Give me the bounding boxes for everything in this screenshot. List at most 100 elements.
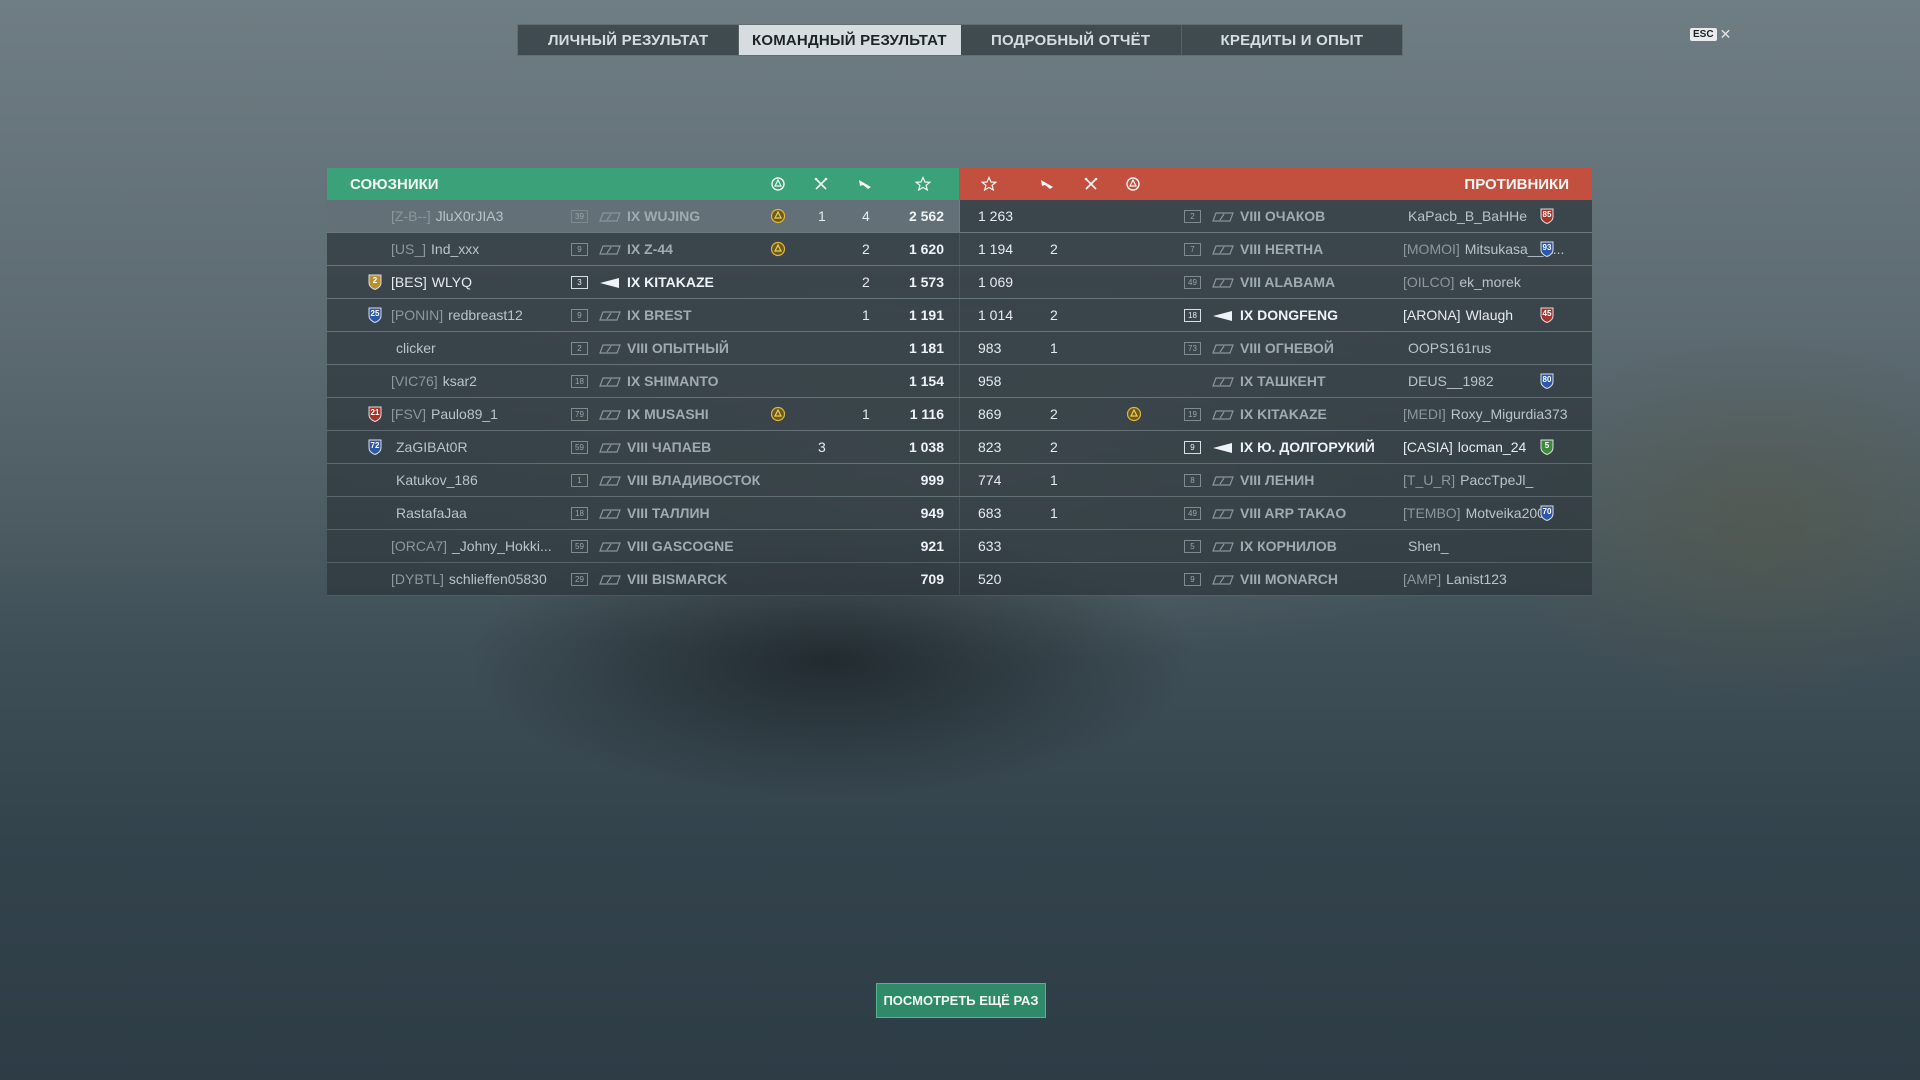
ship-class-icon: [599, 574, 621, 586]
account-level-badge: 79: [571, 408, 588, 421]
player-name[interactable]: [US_] Ind_xxx: [391, 233, 479, 265]
rank-number: 5: [1544, 441, 1550, 450]
enemy-player-row[interactable]: 983 1 73 VIII ОГНЕВОЙ OOPS161rus: [960, 332, 1592, 364]
tab-detailed-report[interactable]: ПОДРОБНЫЙ ОТЧЁТ: [961, 25, 1182, 55]
close-button[interactable]: ESC ✕: [1690, 27, 1731, 41]
ship-name: VIII GASCOGNE: [627, 538, 734, 554]
player-name[interactable]: [FSV] Paulo89_1: [391, 398, 498, 430]
account-level-badge: 7: [1184, 243, 1201, 256]
player-name[interactable]: KaPacb_B_BaHHe: [1403, 200, 1527, 232]
player-name[interactable]: [PONIN] redbreast12: [391, 299, 523, 331]
player-name[interactable]: ZaGIBAt0R: [391, 431, 468, 463]
ally-player-row[interactable]: [ORCA7] _Johny_Hokki... 59 VIII GASCOGNE 921: [327, 530, 960, 562]
player-name[interactable]: [AMP] Lanist123: [1403, 563, 1507, 595]
ally-player-row[interactable]: 25 [PONIN] redbreast12 9 IX BREST 1 1 191: [327, 299, 960, 331]
kills-icon: [813, 176, 829, 192]
close-icon[interactable]: ✕: [1720, 27, 1732, 41]
enemy-player-row[interactable]: 520 9 VIII MONARCH [AMP] Lanist123: [960, 563, 1592, 595]
account-level-badge: 49: [1184, 276, 1201, 289]
clan-tag: [Z-B--]: [391, 208, 431, 224]
enemy-player-row[interactable]: 774 1 8 VIII ЛЕНИН [T_U_R] PaccTpeJl_: [960, 464, 1592, 496]
enemy-player-row[interactable]: 1 014 2 18 IX DONGFENG [ARONA] Wlaugh 45: [960, 299, 1592, 331]
player-name[interactable]: clicker: [391, 332, 436, 364]
ship-name: VIII ЧАПАЕВ: [627, 439, 712, 455]
enemy-player-row[interactable]: 1 194 2 7 VIII HERTHA [MOMOI] Mitsukasa__A...…: [960, 233, 1592, 265]
tab-credits-xp[interactable]: КРЕДИТЫ И ОПЫТ: [1182, 25, 1402, 55]
player-name[interactable]: [CASIA] locman_24: [1403, 431, 1526, 463]
enemy-player-row[interactable]: 1 069 49 VIII ALABAMA [OILCO] ek_morek: [960, 266, 1592, 298]
account-level-badge: 29: [571, 573, 588, 586]
ship-name: IX WUJING: [627, 208, 701, 224]
player-name[interactable]: [MEDI] Roxy_Migurdia373: [1403, 398, 1568, 430]
kills-count: 1: [818, 208, 826, 224]
ship-class-icon: [599, 310, 621, 322]
player-name[interactable]: [DYBTL] schlieffen05830: [391, 563, 547, 595]
player-name[interactable]: DEUS__1982: [1403, 365, 1494, 397]
base-xp-value: 823: [978, 439, 1002, 455]
player-name[interactable]: Katukov_186: [391, 464, 478, 496]
enemy-player-row[interactable]: 869 2 19 IX KITAKAZE [MEDI] Roxy_Migurdia373: [960, 398, 1592, 430]
player-name[interactable]: [T_U_R] PaccTpeJl_: [1403, 464, 1533, 496]
player-name[interactable]: Shen_: [1403, 530, 1448, 562]
player-nickname: ZaGIBAt0R: [396, 439, 468, 455]
capture-medal-icon: [770, 208, 786, 224]
ally-player-row[interactable]: Katukov_186 1 VIII ВЛАДИВОСТОК 999: [327, 464, 960, 496]
clan-rank-icon: 72: [367, 439, 383, 455]
esc-key-badge: ESC: [1690, 27, 1717, 41]
player-name[interactable]: RastafaJaa: [391, 497, 467, 529]
ally-player-row[interactable]: RastafaJaa 18 VIII ТАЛЛИН 949: [327, 497, 960, 529]
ship-class-icon: [599, 442, 621, 454]
tab-team-result[interactable]: КОМАНДНЫЙ РЕЗУЛЬТАТ: [739, 25, 961, 55]
player-name[interactable]: [TEMBO] Motveika2005: [1403, 497, 1553, 529]
account-level-badge: 19: [1184, 408, 1201, 421]
tab-personal-result[interactable]: ЛИЧНЫЙ РЕЗУЛЬТАТ: [518, 25, 740, 55]
clan-tag: [ORCA7]: [391, 538, 448, 554]
player-nickname: Lanist123: [1446, 571, 1507, 587]
ally-player-row[interactable]: [VIC76] ksar2 18 IX SHIMANTO 1 154: [327, 365, 960, 397]
ally-player-row[interactable]: [Z-B--] JluX0rJIA3 39 IX WUJING 1 4 2 562: [327, 200, 960, 232]
enemy-player-row[interactable]: 958 IX ТАШКЕНТ DEUS__1982 80: [960, 365, 1592, 397]
planes-count: 4: [862, 208, 870, 224]
clan-tag: [BES]: [391, 274, 427, 290]
base-xp-value: 520: [978, 571, 1002, 587]
base-xp-value: 983: [978, 340, 1002, 356]
player-name[interactable]: [BES] WLYQ: [391, 266, 472, 298]
player-name[interactable]: OOPS161rus: [1403, 332, 1491, 364]
rank-number: 45: [1542, 309, 1552, 318]
account-level-badge: 2: [1184, 210, 1201, 223]
base-xp-value: 1 263: [978, 208, 1014, 224]
ally-player-row[interactable]: 21 [FSV] Paulo89_1 79 IX MUSASHI 1 1 116: [327, 398, 960, 430]
player-nickname: PaccTpeJl_: [1460, 472, 1534, 488]
ally-player-row[interactable]: 72 ZaGIBAt0R 59 VIII ЧАПАЕВ 3 1 038: [327, 431, 960, 463]
ship-class-icon: [1212, 541, 1234, 553]
base-xp-value: 1 191: [908, 307, 944, 323]
account-level-badge: 59: [571, 540, 588, 553]
clan-tag: [TEMBO]: [1403, 505, 1461, 521]
ship-class-icon: [599, 541, 621, 553]
ally-player-row[interactable]: clicker 2 VIII ОПЫТНЫЙ 1 181: [327, 332, 960, 364]
star-icon: [915, 176, 931, 192]
player-name[interactable]: [VIC76] ksar2: [391, 365, 477, 397]
ally-player-row[interactable]: 2 [BES] WLYQ 3 IX KITAKAZE 2 1 573: [327, 266, 960, 298]
replay-button[interactable]: ПОСМОТРЕТЬ ЕЩЁ РАЗ: [876, 983, 1046, 1018]
ship-class-icon: [599, 376, 621, 388]
player-name[interactable]: [OILCO] ek_morek: [1403, 266, 1521, 298]
account-level-badge: 18: [571, 507, 588, 520]
ally-player-row[interactable]: [DYBTL] schlieffen05830 29 VIII BISMARCK 709: [327, 563, 960, 595]
enemy-player-row[interactable]: 1 263 2 VIII ОЧАКОВ KaPacb_B_BaHHe 85: [960, 200, 1592, 232]
ally-player-row[interactable]: [US_] Ind_xxx 9 IX Z-44 2 1 620: [327, 233, 960, 265]
clan-tag: [DYBTL]: [391, 571, 444, 587]
allies-header: СОЮЗНИКИ: [327, 168, 959, 200]
enemy-player-row[interactable]: 633 5 IX КОРНИЛОВ Shen_: [960, 530, 1592, 562]
account-level-badge: 9: [1184, 573, 1201, 586]
enemy-player-row[interactable]: 683 1 49 VIII ARP TAKAO [TEMBO] Motveika2005 7…: [960, 497, 1592, 529]
player-name[interactable]: [Z-B--] JluX0rJIA3: [391, 200, 503, 232]
clan-rank-icon: 2: [367, 274, 383, 290]
player-nickname: clicker: [396, 340, 436, 356]
player-nickname: Wlaugh: [1465, 307, 1514, 323]
table-header: СОЮЗНИКИ ПРОТИВНИКИ: [327, 168, 1592, 200]
player-name[interactable]: [ORCA7] _Johny_Hokki...: [391, 530, 552, 562]
clan-tag: [T_U_R]: [1403, 472, 1456, 488]
enemy-player-row[interactable]: 823 2 9 IX Ю. ДОЛГОРУКИЙ [CASIA] locman_24 5: [960, 431, 1592, 463]
player-name[interactable]: [ARONA] Wlaugh: [1403, 299, 1513, 331]
